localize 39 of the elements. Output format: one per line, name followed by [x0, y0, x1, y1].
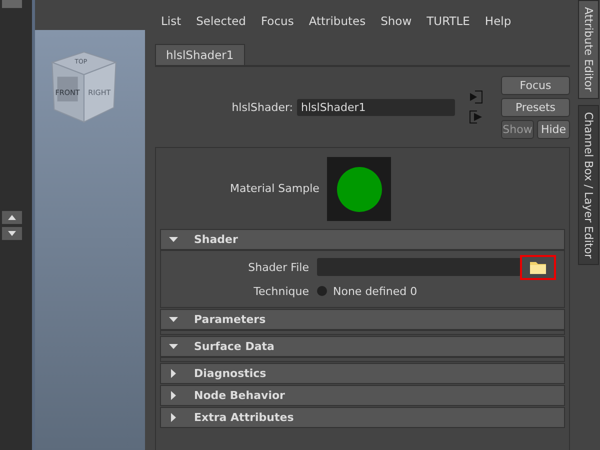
tab[interactable]: hlslShader1	[155, 44, 245, 65]
menu-item[interactable]: TURTLE	[426, 14, 470, 30]
radio-label: None defined 0	[333, 284, 418, 298]
section-header[interactable]: Node Behavior	[160, 385, 565, 406]
field-label: Technique	[252, 284, 310, 298]
section-header[interactable]: Shader	[160, 229, 565, 250]
section-title: Diagnostics	[194, 367, 266, 380]
section-header[interactable]: Diagnostics	[160, 363, 565, 384]
scroll-up-icon[interactable]	[2, 211, 22, 224]
section-header[interactable]: Parameters	[160, 309, 565, 330]
node-label: hlslShader:	[232, 100, 293, 114]
side-tab[interactable]: Attribute Editor	[578, 0, 599, 99]
section-title: Parameters	[194, 313, 266, 326]
radio-button[interactable]	[317, 286, 327, 296]
section-header[interactable]: Extra Attributes	[160, 407, 565, 428]
field-label: Shader File	[247, 260, 310, 274]
folder-icon[interactable]	[530, 260, 546, 274]
section-title: Node Behavior	[194, 389, 285, 402]
material-sample-label: Material Sample	[230, 182, 320, 194]
file-path-field[interactable]	[317, 258, 521, 276]
menu-item[interactable]: List	[161, 14, 182, 30]
menu-item[interactable]: Focus	[260, 14, 294, 30]
menu-item[interactable]: Help	[484, 14, 512, 30]
scrollbar-thumb[interactable]	[2, 0, 22, 8]
visibility-button[interactable]: Hide	[537, 120, 570, 138]
output-connection-icon[interactable]	[469, 110, 483, 124]
section-title: Shader	[194, 233, 238, 246]
menu-item[interactable]: Attributes	[308, 14, 366, 30]
menu-item[interactable]: Selected	[196, 14, 246, 30]
node-name-field[interactable]: hlslShader1	[297, 98, 455, 116]
menu-item[interactable]: Show	[380, 14, 412, 30]
section-header[interactable]: Surface Data	[160, 336, 565, 357]
section-title: Surface Data	[194, 340, 274, 353]
editor-button[interactable]: Focus	[501, 76, 570, 94]
side-tab[interactable]: Channel Box / Layer Editor	[578, 104, 599, 266]
section-title: Extra Attributes	[194, 411, 294, 424]
scroll-down-icon[interactable]	[2, 227, 22, 240]
editor-button[interactable]: Presets	[501, 98, 570, 116]
input-connection-icon[interactable]	[469, 90, 483, 104]
